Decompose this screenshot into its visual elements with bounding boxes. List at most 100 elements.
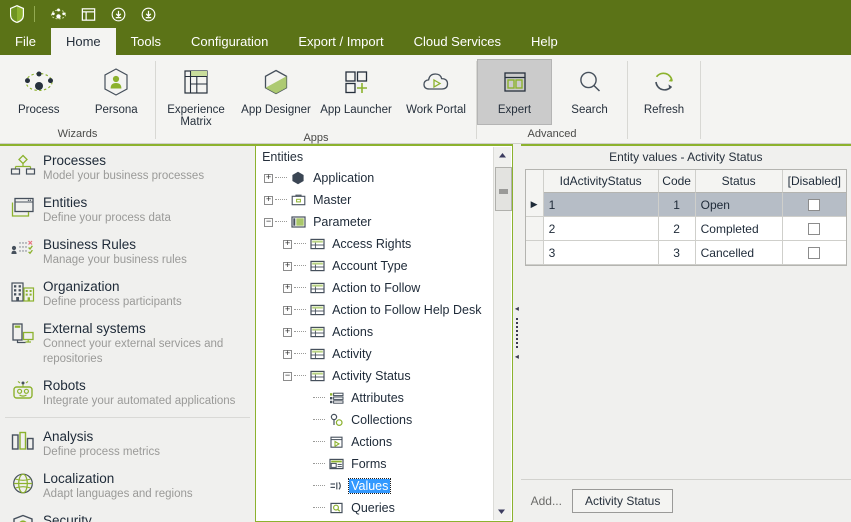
tree-node-label[interactable]: Application: [311, 171, 376, 185]
menu-item-cloud-services[interactable]: Cloud Services: [399, 28, 516, 55]
table-row[interactable]: 3 3 Cancelled: [525, 241, 846, 265]
table-row[interactable]: 2 2 Completed: [525, 217, 846, 241]
cell-status[interactable]: Cancelled: [696, 241, 783, 264]
sidebar-item-robots[interactable]: Robots Integrate your automated applicat…: [0, 371, 255, 413]
ribbon-button-app-launcher[interactable]: App Launcher: [316, 59, 396, 119]
cell-disabled[interactable]: [783, 217, 846, 240]
row-indicator[interactable]: [525, 217, 544, 240]
sidebar-item-organization[interactable]: Organization Define process participants: [0, 272, 255, 314]
tree-node-label[interactable]: Activity: [330, 347, 374, 361]
cell-disabled[interactable]: [783, 241, 846, 264]
ribbon-button-experience-matrix[interactable]: Experience Matrix: [156, 59, 236, 131]
grid-header-idactivitystatus[interactable]: IdActivityStatus: [543, 170, 659, 193]
tree-node-label[interactable]: Actions: [330, 325, 375, 339]
download-icon-1[interactable]: [103, 2, 133, 26]
add-activity-status-button[interactable]: Activity Status: [571, 489, 674, 513]
tree-expander-plus-icon[interactable]: +: [283, 327, 293, 337]
sidebar-item-security[interactable]: Security Define your security settings: [0, 506, 255, 522]
ribbon-button-expert[interactable]: Expert: [477, 59, 552, 125]
tree-node[interactable]: + Master: [256, 189, 512, 211]
tree-expander-minus-icon[interactable]: −: [283, 371, 293, 381]
scroll-down-arrow-icon[interactable]: [494, 503, 509, 520]
menu-item-home[interactable]: Home: [50, 28, 116, 55]
tree-expander-plus-icon[interactable]: +: [283, 261, 293, 271]
disabled-checkbox[interactable]: [808, 246, 821, 259]
ribbon-button-work-portal[interactable]: Work Portal: [396, 59, 476, 119]
tree-node-label[interactable]: Access Rights: [330, 237, 413, 251]
tree-node[interactable]: + Activity: [256, 343, 512, 365]
menu-item-file[interactable]: File: [0, 28, 51, 55]
tree-node[interactable]: Collections: [256, 409, 512, 431]
download-icon-2[interactable]: [133, 2, 163, 26]
menu-item-export-import[interactable]: Export / Import: [283, 28, 398, 55]
disabled-checkbox[interactable]: [808, 198, 821, 211]
row-indicator[interactable]: ▶: [525, 193, 544, 216]
tree-node-label[interactable]: Account Type: [330, 259, 410, 273]
tree-expander-plus-icon[interactable]: +: [283, 305, 293, 315]
menu-item-configuration[interactable]: Configuration: [176, 28, 283, 55]
entities-tree[interactable]: + Application + Master − Parameter + Access Rig…: [256, 167, 512, 519]
tree-node[interactable]: + Action to Follow: [256, 277, 512, 299]
cell-code[interactable]: 3: [659, 241, 696, 264]
cell-id[interactable]: 3: [544, 241, 659, 264]
tree-node[interactable]: Attributes: [256, 387, 512, 409]
tree-node[interactable]: Values: [256, 475, 512, 497]
cell-status[interactable]: Open: [695, 193, 783, 216]
tree-node[interactable]: − Activity Status: [256, 365, 512, 387]
grid-header-status[interactable]: Status: [695, 170, 783, 193]
tree-scrollbar-thumb[interactable]: [495, 167, 513, 211]
process-nav-icon[interactable]: [43, 2, 73, 26]
sidebar-item-analysis[interactable]: Analysis Define process metrics: [0, 422, 255, 464]
ribbon-button-refresh[interactable]: Refresh: [628, 59, 700, 119]
tree-node[interactable]: + Application: [256, 167, 512, 189]
tree-node[interactable]: + Action to Follow Help Desk: [256, 299, 512, 321]
window-icon[interactable]: [73, 2, 103, 26]
ribbon-button-persona[interactable]: Persona: [78, 59, 156, 119]
cell-disabled[interactable]: [782, 193, 846, 216]
sidebar-item-external-systems[interactable]: External systems Connect your external s…: [0, 314, 255, 371]
app-logo-icon[interactable]: [6, 3, 28, 25]
tree-expander-plus-icon[interactable]: +: [283, 349, 293, 359]
sidebar-item-entities[interactable]: Entities Define your process data: [0, 188, 255, 230]
splitter-collapse-left-icon[interactable]: ◂: [515, 305, 519, 313]
tree-expander-plus-icon[interactable]: +: [264, 195, 274, 205]
tree-node-label[interactable]: Collections: [349, 413, 414, 427]
menu-item-help[interactable]: Help: [516, 28, 573, 55]
cell-status[interactable]: Completed: [696, 217, 783, 240]
row-indicator[interactable]: [525, 241, 544, 264]
panel-splitter[interactable]: ◂ ◂: [513, 144, 521, 522]
tree-node-label[interactable]: Parameter: [311, 215, 373, 229]
cell-id[interactable]: 2: [544, 217, 659, 240]
splitter-collapse-right-icon[interactable]: ◂: [515, 353, 519, 361]
tree-node-label[interactable]: Actions: [349, 435, 394, 449]
disabled-checkbox[interactable]: [808, 222, 821, 235]
tree-node[interactable]: + Account Type: [256, 255, 512, 277]
tree-node-label[interactable]: Queries: [349, 501, 397, 515]
tree-expander-minus-icon[interactable]: −: [264, 217, 274, 227]
tree-node[interactable]: − Parameter: [256, 211, 512, 233]
tree-node[interactable]: + Access Rights: [256, 233, 512, 255]
ribbon-button-app-designer[interactable]: App Designer: [236, 59, 316, 119]
tree-node[interactable]: Actions: [256, 431, 512, 453]
sidebar-item-localization[interactable]: Localization Adapt languages and regions: [0, 464, 255, 506]
cell-code[interactable]: 2: [659, 217, 696, 240]
grid-header-code[interactable]: Code: [658, 170, 696, 193]
tree-scrollbar[interactable]: [493, 147, 513, 520]
cell-code[interactable]: 1: [658, 193, 696, 216]
grid-header-disabled[interactable]: [Disabled]: [782, 170, 846, 193]
sidebar-item-processes[interactable]: Processes Model your business processes: [0, 146, 255, 188]
tree-node-label[interactable]: Master: [311, 193, 353, 207]
tree-node-label[interactable]: Values: [348, 478, 392, 494]
tree-expander-plus-icon[interactable]: +: [283, 239, 293, 249]
tree-node-label[interactable]: Activity Status: [330, 369, 413, 383]
tree-node-label[interactable]: Action to Follow: [330, 281, 422, 295]
tree-node[interactable]: + Actions: [256, 321, 512, 343]
tree-node-label[interactable]: Attributes: [349, 391, 406, 405]
ribbon-button-search[interactable]: Search: [552, 59, 627, 119]
ribbon-button-process[interactable]: Process: [0, 59, 78, 119]
tree-node[interactable]: Forms: [256, 453, 512, 475]
cell-id[interactable]: 1: [543, 193, 659, 216]
tree-node-label[interactable]: Forms: [349, 457, 388, 471]
tree-expander-plus-icon[interactable]: +: [264, 173, 274, 183]
menu-item-tools[interactable]: Tools: [116, 28, 176, 55]
